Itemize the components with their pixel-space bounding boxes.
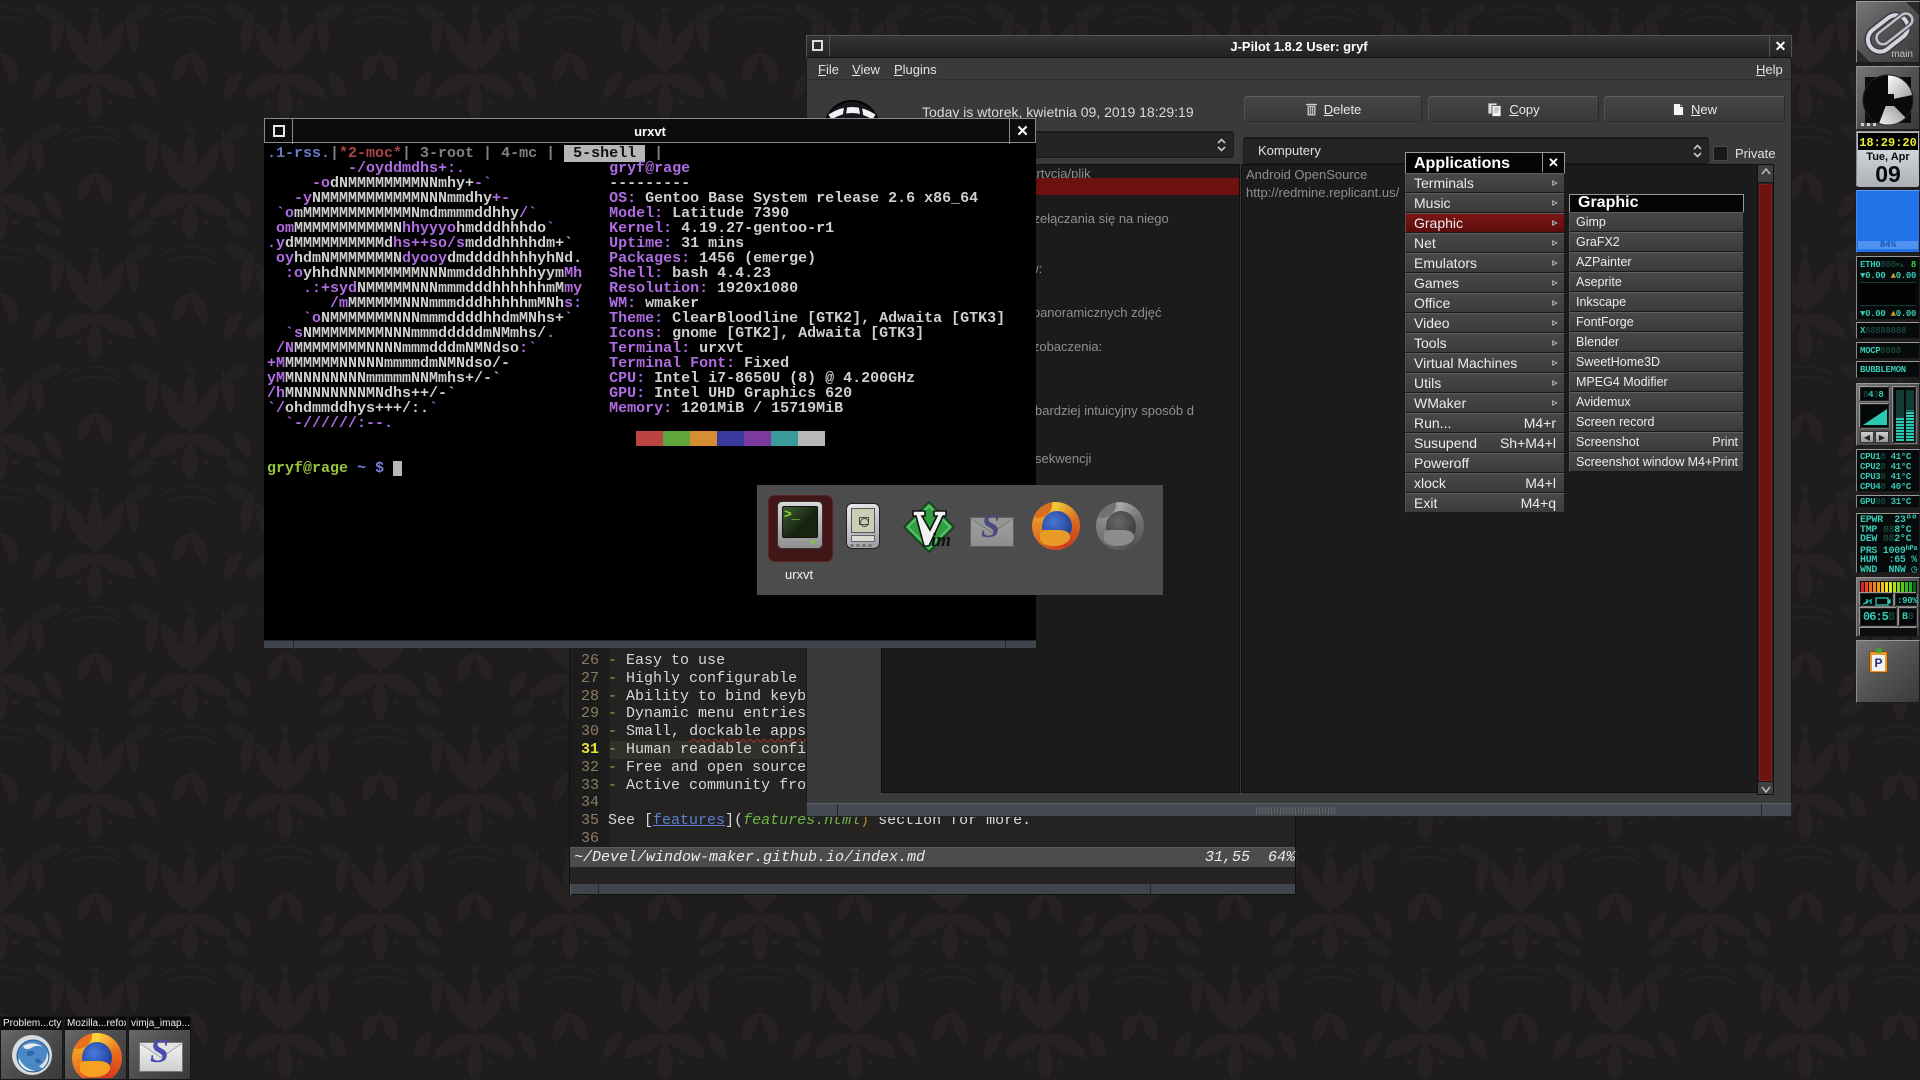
- svg-text:im: im: [931, 530, 951, 551]
